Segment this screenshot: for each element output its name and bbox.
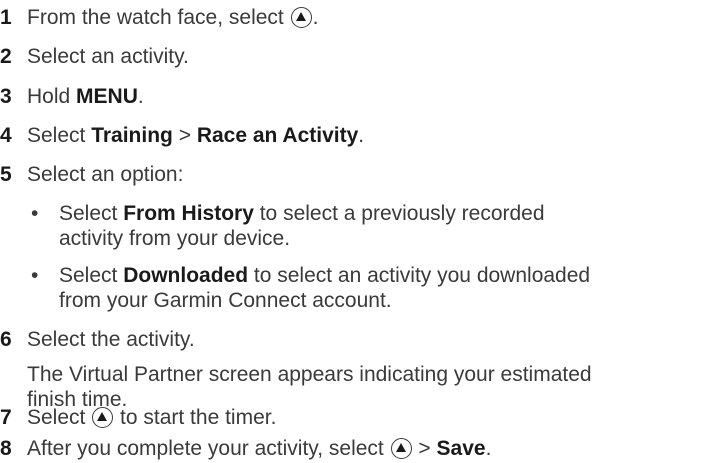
menu-item-save: Save — [436, 437, 486, 460]
option-text: activity from your device. — [59, 227, 291, 250]
bullet: • — [31, 202, 39, 225]
step-text: From the watch face, select . — [27, 5, 318, 31]
menu-key-label: MENU — [76, 85, 138, 108]
menu-separator: > — [172, 124, 197, 147]
step-number: 1 — [0, 6, 12, 29]
bullet: • — [31, 264, 39, 287]
step-text: Select the activity. — [27, 328, 195, 351]
step-text-part: . — [137, 85, 144, 108]
option-text: Select From History to select a previous… — [59, 201, 545, 227]
step-text: Select an option: — [27, 163, 184, 186]
option-text: from your Garmin Connect account. — [59, 289, 392, 312]
up-button-icon — [92, 407, 114, 428]
step-number: 7 — [0, 406, 12, 429]
step-number: 4 — [0, 124, 12, 147]
option-text-part: Select — [59, 202, 124, 225]
step-text-part: to start the timer. — [114, 406, 277, 429]
step-text-part: After you complete your activity, select — [27, 437, 390, 460]
up-button-icon — [290, 7, 312, 28]
instructions-document: 1 From the watch face, select . 2 Select… — [0, 0, 703, 463]
option-text-part: to select an activity you downloaded — [248, 264, 591, 287]
step-note: The Virtual Partner screen appears indic… — [27, 363, 592, 386]
step-number: 3 — [0, 85, 12, 108]
option-text: Select Downloaded to select an activity … — [59, 263, 590, 289]
menu-item-downloaded: Downloaded — [123, 264, 249, 287]
step-text-part: Select — [27, 124, 92, 147]
step-text-part: . — [312, 6, 319, 29]
step-number: 2 — [0, 45, 12, 68]
step-number: 8 — [0, 437, 12, 460]
step-text-part: Select — [27, 406, 92, 429]
menu-item-race-an-activity: Race an Activity — [196, 124, 359, 147]
step-text: Hold MENU. — [27, 84, 144, 110]
step-text: After you complete your activity, select… — [27, 436, 491, 462]
up-button-icon — [390, 438, 412, 459]
step-text: Select Training > Race an Activity. — [27, 123, 364, 149]
step-text: Select to start the timer. — [27, 405, 276, 431]
step-text-part: . — [485, 437, 492, 460]
menu-item-training: Training — [91, 124, 173, 147]
option-text-part: Select — [59, 264, 124, 287]
step-number: 5 — [0, 163, 12, 186]
option-text-part: to select a previously recorded — [253, 202, 545, 225]
step-text-part: From the watch face, select — [27, 6, 290, 29]
menu-separator: > — [412, 437, 437, 460]
step-number: 6 — [0, 328, 12, 351]
step-text-part: . — [358, 124, 365, 147]
menu-item-from-history: From History — [123, 202, 254, 225]
step-text-part: Hold — [27, 85, 77, 108]
step-text: Select an activity. — [27, 45, 189, 68]
